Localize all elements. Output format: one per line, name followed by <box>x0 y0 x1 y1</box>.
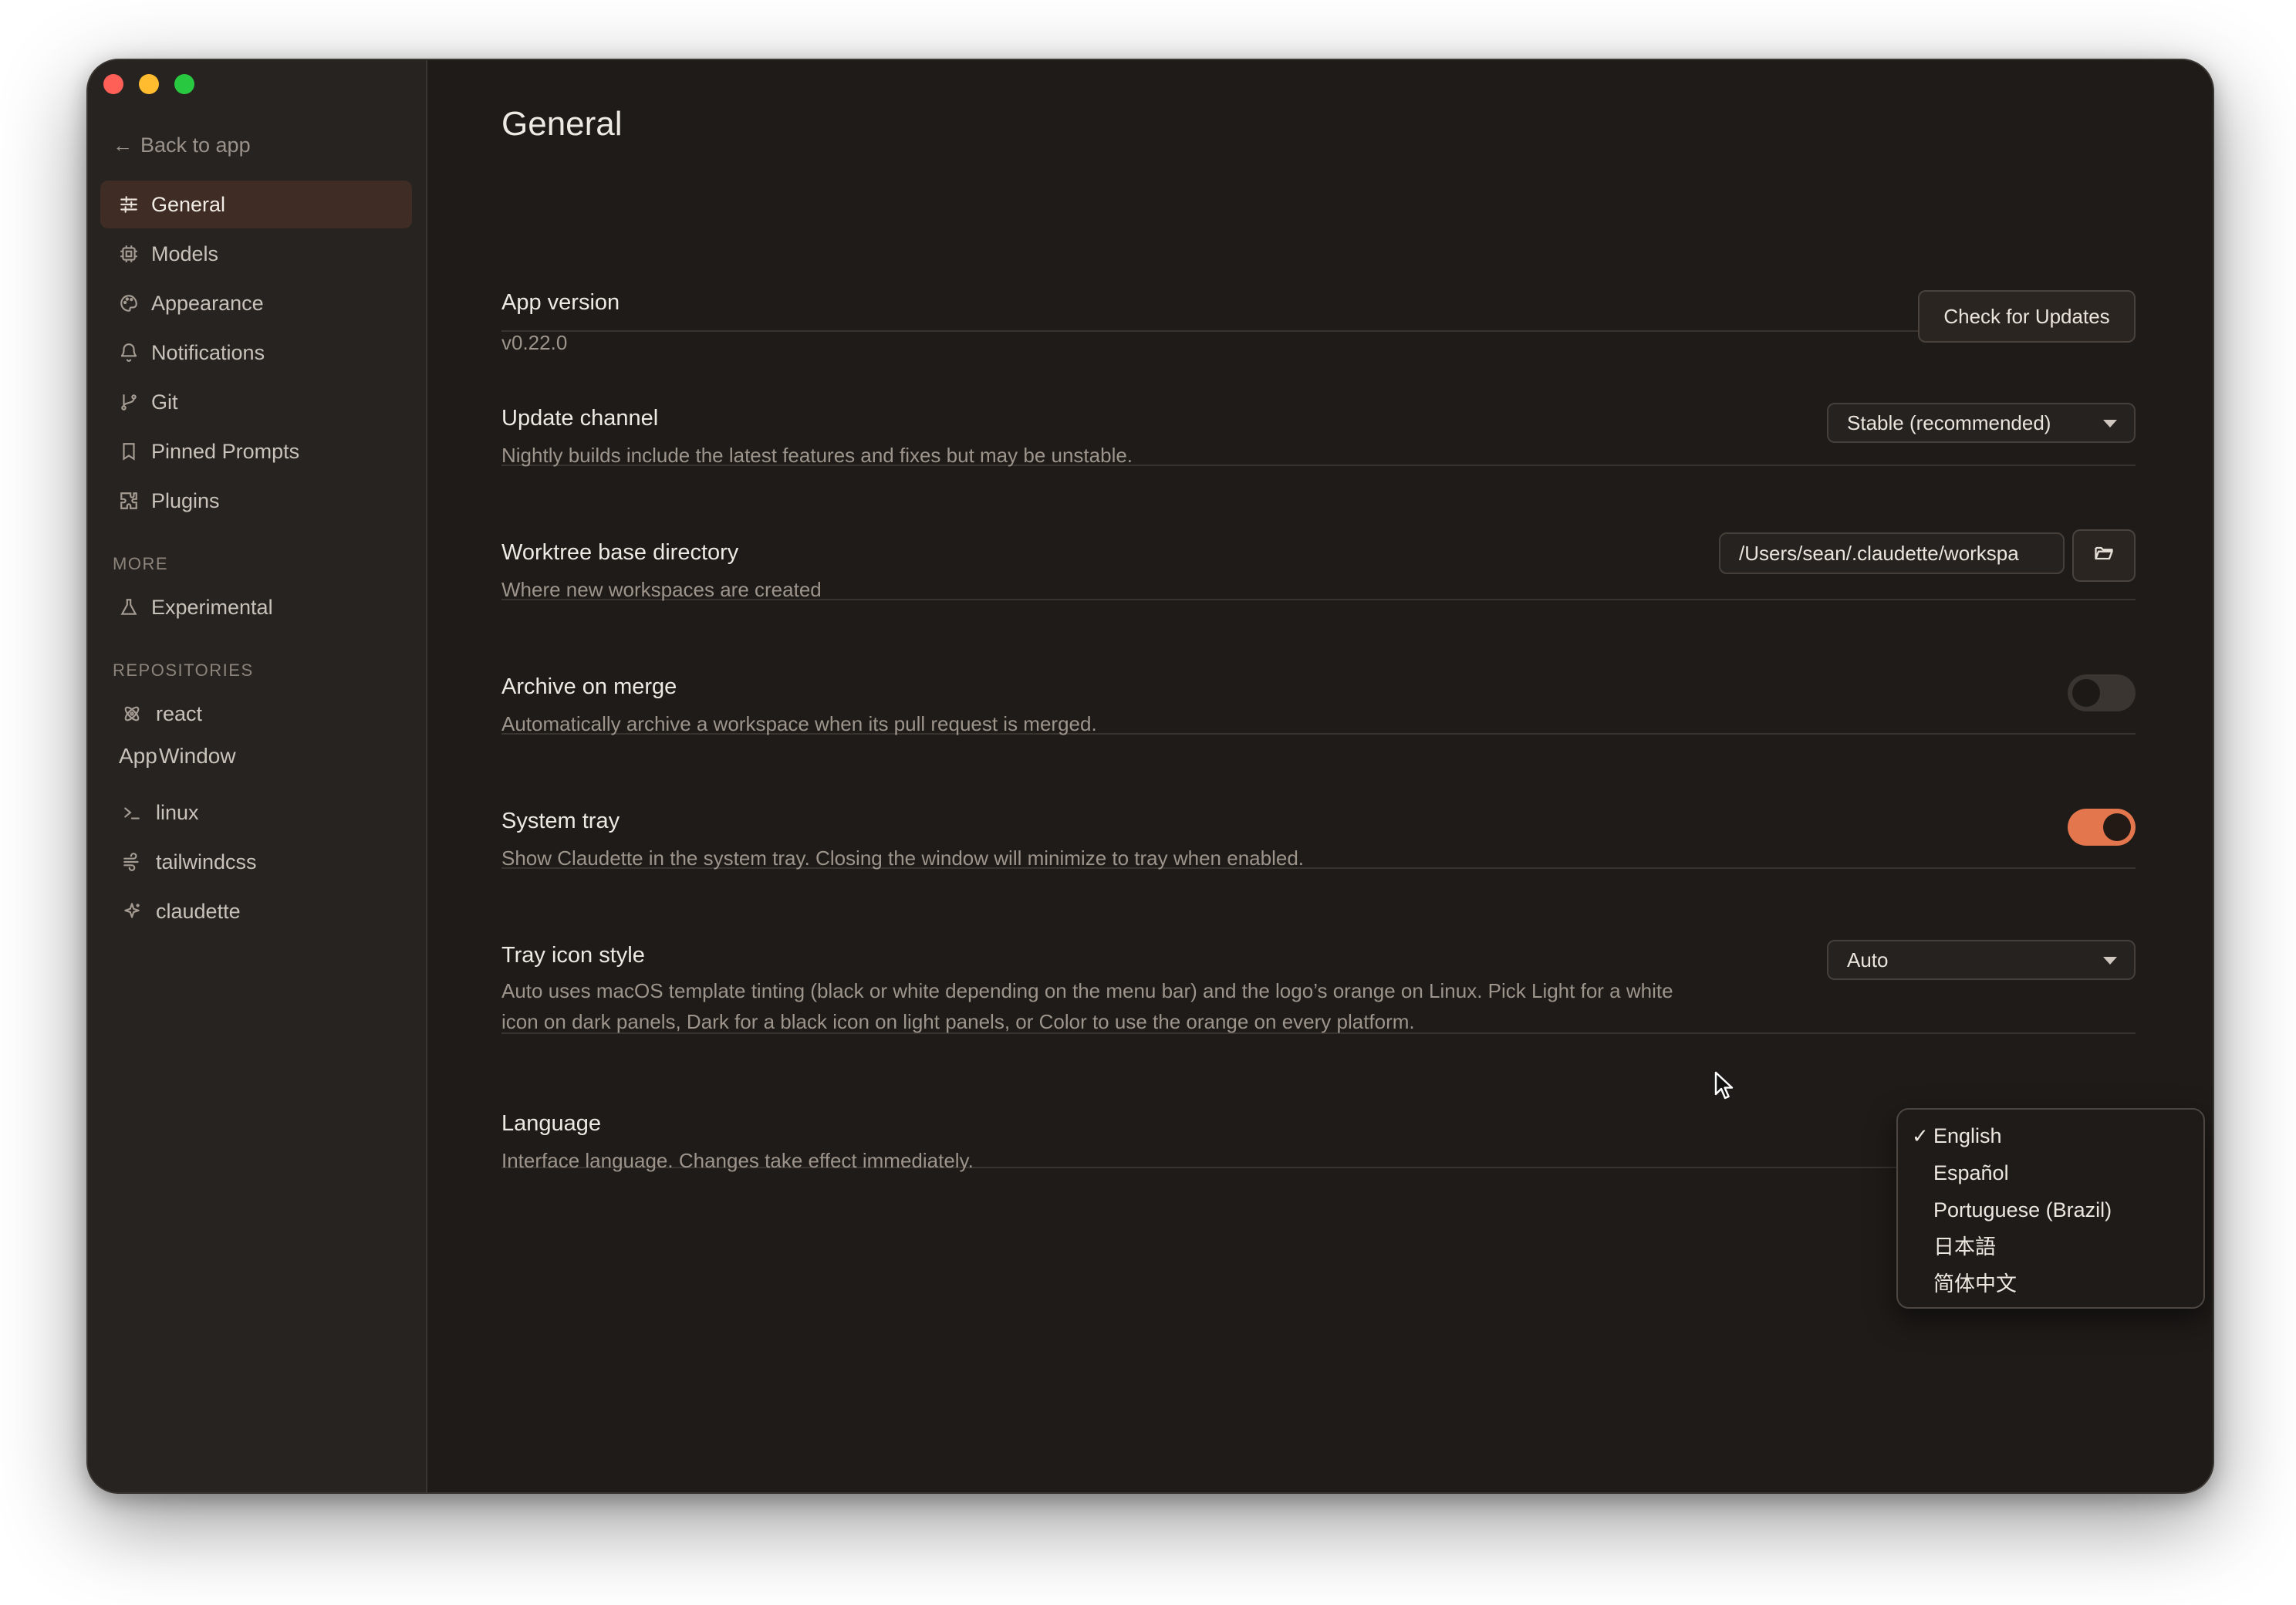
atom-icon <box>120 702 144 725</box>
overlap-text-b: Window <box>159 744 236 768</box>
wind-icon <box>120 850 144 873</box>
sidebar-item-appearance[interactable]: Appearance <box>100 279 412 327</box>
flask-icon <box>117 596 140 619</box>
repo-item-react[interactable]: react <box>100 690 412 738</box>
close-window-button[interactable] <box>103 74 123 94</box>
toggle-knob <box>2072 679 2100 707</box>
repo-item-label: claudette <box>156 899 241 923</box>
repo-item-claudette[interactable]: claudette <box>100 887 412 935</box>
toggle-knob <box>2103 813 2131 841</box>
language-option-english[interactable]: English <box>1933 1120 2002 1151</box>
folder-open-icon <box>2093 542 2115 569</box>
archive-title: Archive on merge <box>501 674 677 699</box>
sidebar-item-notifications[interactable]: Notifications <box>100 329 412 377</box>
arrow-left-icon: ← <box>113 133 133 157</box>
repo-item-linux[interactable]: linux <box>100 789 412 836</box>
sidebar-item-experimental[interactable]: Experimental <box>100 583 412 631</box>
palette-icon <box>117 292 140 315</box>
minimize-window-button[interactable] <box>139 74 159 94</box>
terminal-icon <box>120 801 144 824</box>
sidebar-item-label: General <box>151 192 226 216</box>
cpu-icon <box>117 242 140 265</box>
repo-item-tailwindcss[interactable]: tailwindcss <box>100 838 412 886</box>
sidebar-item-label: Appearance <box>151 291 264 315</box>
overlap-text-a: App <box>119 744 157 768</box>
language-option-japanese[interactable]: 日本語 <box>1933 1232 1996 1262</box>
row-archive-on-merge: Archive on merge Automatically archive a… <box>501 600 2136 735</box>
checkmark-icon: ✓ <box>1912 1124 1929 1147</box>
update-channel-title: Update channel <box>501 406 659 431</box>
tray-icon-desc-line2: icon on dark panels, Dark for a black ic… <box>501 1010 1415 1033</box>
language-desc: Interface language. Changes take effect … <box>501 1149 974 1172</box>
sidebar-item-general[interactable]: General <box>100 181 412 228</box>
tray-icon-title: Tray icon style <box>501 943 645 968</box>
tray-icon-desc-line1: Auto uses macOS template tinting (black … <box>501 979 1673 1002</box>
language-option-espanol[interactable]: Español <box>1933 1157 2009 1188</box>
section-label-repositories: REPOSITORIES <box>113 661 254 680</box>
git-branch-icon <box>117 390 140 414</box>
update-channel-value: Stable (recommended) <box>1847 411 2051 434</box>
repo-item-label: linux <box>156 800 199 824</box>
update-channel-select[interactable]: Stable (recommended) <box>1827 403 2136 443</box>
tray-icon-style-value: Auto <box>1847 948 1889 971</box>
row-tray-icon-style: Tray icon style Auto uses macOS template… <box>501 869 2136 1034</box>
chevron-down-icon <box>2103 420 2117 427</box>
settings-window: ← Back to app General Models Appearance <box>86 59 2214 1494</box>
sparkle-icon <box>120 900 144 923</box>
bell-icon <box>117 341 140 364</box>
row-update-channel: Update channel Nightly builds include th… <box>501 332 2136 467</box>
row-app-version: App version v0.22.0 Check for Updates <box>501 215 2136 354</box>
sidebar-item-pinned-prompts[interactable]: Pinned Prompts <box>100 427 412 475</box>
section-label-more: MORE <box>113 554 168 573</box>
row-system-tray: System tray Show Claudette in the system… <box>501 735 2136 870</box>
sidebar-item-plugins[interactable]: Plugins <box>100 477 412 525</box>
puzzle-icon <box>117 489 140 512</box>
overlapping-window-title: App Window <box>119 744 304 775</box>
page-title: General <box>501 105 623 143</box>
sliders-icon <box>117 193 140 216</box>
sidebar-item-git[interactable]: Git <box>100 378 412 426</box>
sidebar-item-label: Pinned Prompts <box>151 439 300 463</box>
tray-icon-style-select[interactable]: Auto <box>1827 940 2136 980</box>
back-to-app-label: Back to app <box>140 133 251 157</box>
language-dropdown-menu: ✓ English Español Portuguese (Brazil) 日本… <box>1896 1108 2205 1309</box>
worktree-title: Worktree base directory <box>501 540 739 565</box>
bookmark-icon <box>117 440 140 463</box>
mouse-cursor-icon <box>1714 1071 1736 1106</box>
system-tray-title: System tray <box>501 809 620 833</box>
archive-on-merge-toggle[interactable] <box>2068 674 2136 711</box>
app-version-title: App version <box>501 290 620 315</box>
repo-item-label: react <box>156 701 203 725</box>
sidebar-item-label: Experimental <box>151 595 273 619</box>
language-option-portuguese-brazil[interactable]: Portuguese (Brazil) <box>1933 1194 2112 1225</box>
sidebar-item-label: Git <box>151 390 178 414</box>
row-language: Language Interface language. Changes tak… <box>501 1034 2137 1172</box>
worktree-path-input[interactable]: /Users/sean/.claudette/workspa <box>1719 532 2065 574</box>
language-option-simplified-chinese[interactable]: 简体中文 <box>1933 1269 2017 1299</box>
back-to-app-link[interactable]: ← Back to app <box>113 130 251 160</box>
sidebar-item-models[interactable]: Models <box>100 230 412 278</box>
chevron-down-icon <box>2103 957 2117 965</box>
repo-item-label: tailwindcss <box>156 850 257 873</box>
sidebar-item-label: Notifications <box>151 340 265 364</box>
sidebar: ← Back to app General Models Appearance <box>88 60 427 1492</box>
language-title: Language <box>501 1111 602 1136</box>
system-tray-toggle[interactable] <box>2068 809 2136 846</box>
row-worktree-directory: Worktree base directory Where new worksp… <box>501 466 2136 601</box>
sidebar-item-label: Plugins <box>151 488 220 512</box>
sidebar-item-label: Models <box>151 242 219 265</box>
browse-folder-button[interactable] <box>2072 529 2136 582</box>
zoom-window-button[interactable] <box>174 74 194 94</box>
